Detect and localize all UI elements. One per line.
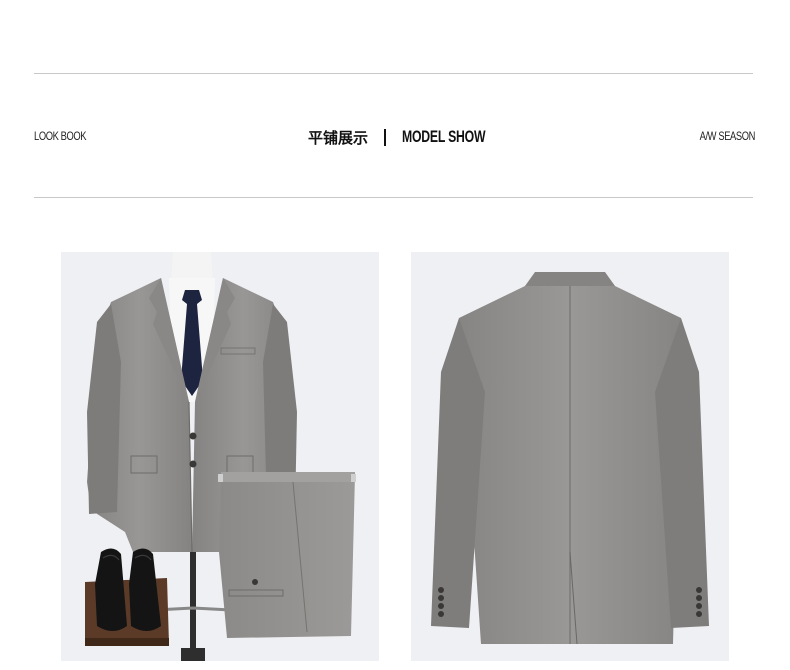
suit-back-image [411,252,729,661]
look-book-label: LOOK BOOK [34,129,87,143]
bottom-divider-line [34,197,753,198]
title-english: MODEL SHOW [402,127,486,146]
title-separator [384,128,387,146]
suit-front-image [61,252,379,661]
suit-back-view-icon [431,272,709,645]
top-divider-line [34,73,753,74]
season-label: A/W SEASON [699,129,756,143]
title-chinese: 平铺展示 [308,128,369,147]
suit-front-with-trousers-and-shoes-icon [85,252,356,661]
section-title: 平铺展示 MODEL SHOW [308,124,518,150]
section-header: LOOK BOOK 平铺展示 MODEL SHOW A/W SEASON [0,124,790,150]
